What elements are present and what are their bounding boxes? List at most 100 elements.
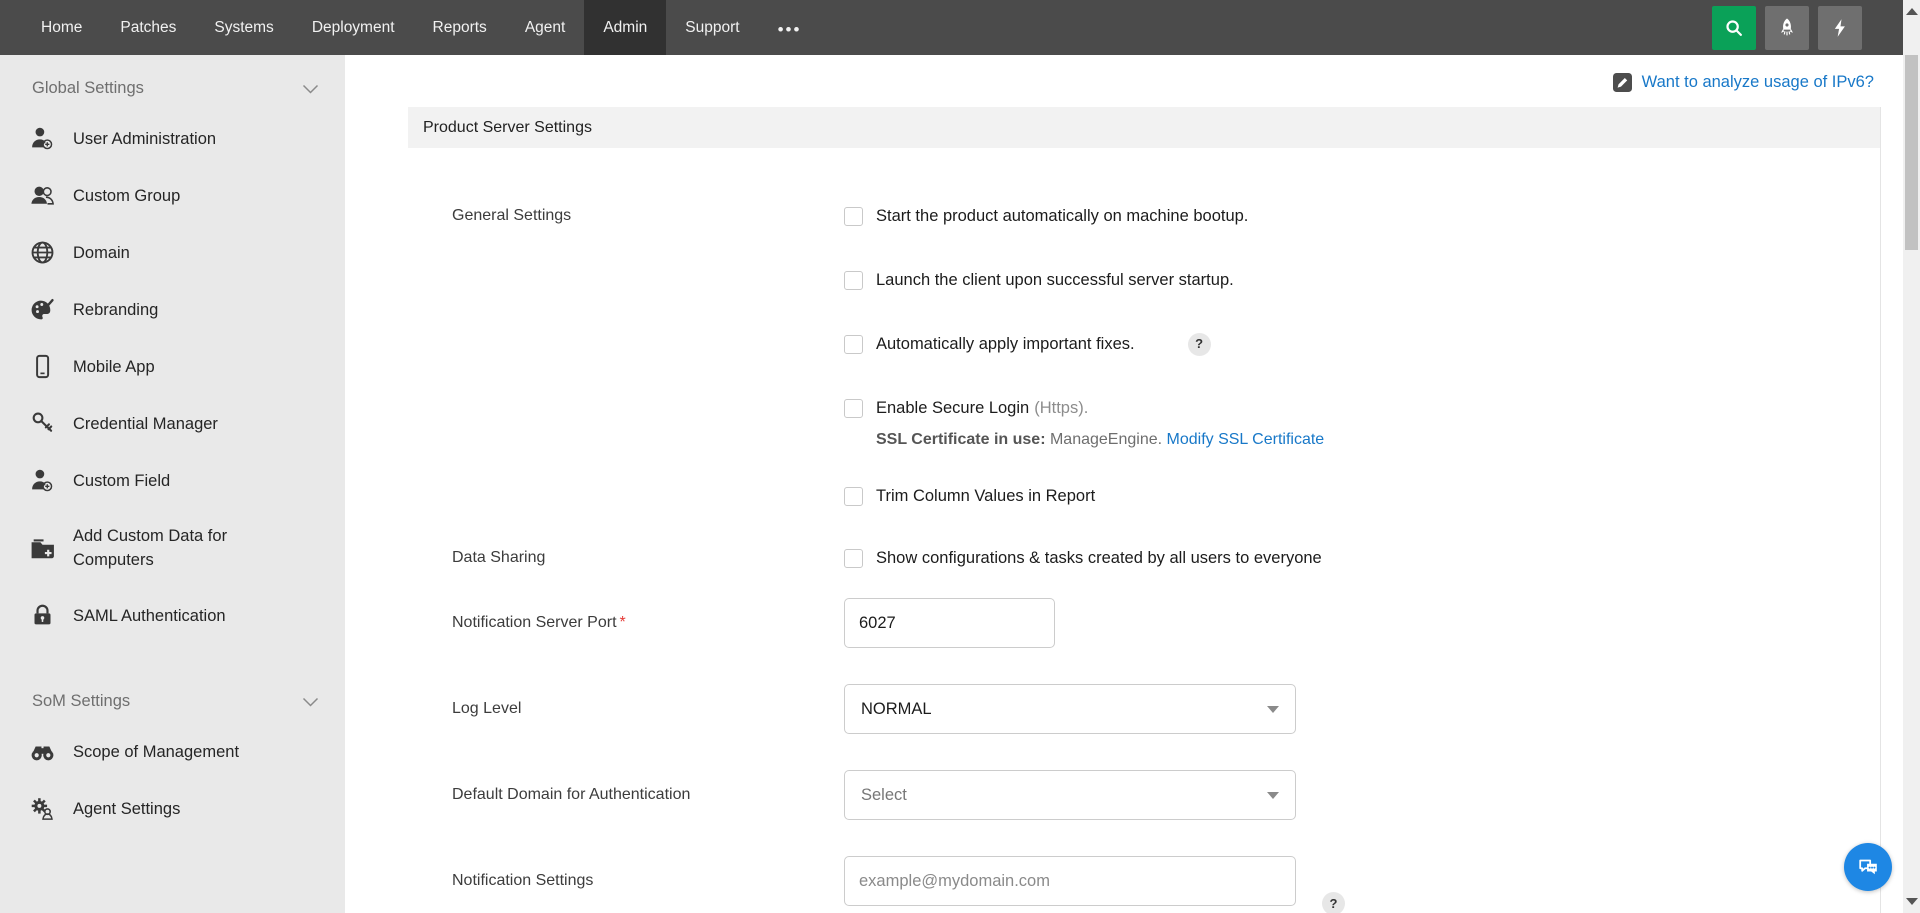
checkbox-row-auto-start: Start the product automatically on machi… bbox=[844, 204, 1324, 228]
section-som-settings[interactable]: SoM Settings bbox=[0, 680, 345, 723]
live-chat-button[interactable] bbox=[1844, 843, 1892, 891]
nav-item-reports[interactable]: Reports bbox=[414, 0, 506, 55]
lightning-icon bbox=[1830, 17, 1850, 39]
chevron-down-icon bbox=[302, 84, 319, 94]
notification-port-label: Notification Server Port* bbox=[452, 611, 844, 635]
selected-value: NORMAL bbox=[861, 700, 932, 719]
sidebar-item-add-custom-data[interactable]: Add Custom Data for Computers bbox=[0, 509, 345, 587]
modify-ssl-certificate-link[interactable]: Modify SSL Certificate bbox=[1167, 431, 1325, 448]
checkbox-label: Show configurations & tasks created by a… bbox=[876, 546, 1322, 570]
scroll-up-arrow-icon[interactable] bbox=[1906, 8, 1918, 15]
ipv6-analyze-link[interactable]: Want to analyze usage of IPv6? bbox=[1642, 73, 1874, 92]
general-settings-label: General Settings bbox=[452, 204, 844, 228]
checkbox-label: Trim Column Values in Report bbox=[876, 484, 1095, 508]
nav-item-agent[interactable]: Agent bbox=[506, 0, 585, 55]
notification-settings-label: Notification Settings bbox=[452, 869, 844, 893]
scroll-down-arrow-icon[interactable] bbox=[1906, 898, 1918, 905]
nav-item-support[interactable]: Support bbox=[666, 0, 758, 55]
sidebar-item-user-administration[interactable]: User Administration bbox=[0, 110, 345, 167]
notification-help-icon[interactable]: ? bbox=[1322, 892, 1345, 913]
search-button[interactable] bbox=[1712, 6, 1756, 50]
quick-actions-button[interactable] bbox=[1818, 6, 1862, 50]
notification-settings-row: Notification Settings ? bbox=[452, 856, 1880, 906]
custom-group-icon bbox=[28, 182, 56, 209]
scrollbar-thumb[interactable] bbox=[1905, 55, 1918, 250]
auto-start-checkbox[interactable] bbox=[844, 207, 863, 226]
rocket-icon bbox=[1776, 17, 1798, 39]
important-fixes-checkbox[interactable] bbox=[844, 335, 863, 354]
getting-started-button[interactable] bbox=[1765, 6, 1809, 50]
default-domain-select[interactable]: Select bbox=[844, 770, 1296, 820]
sidebar-item-label: Add Custom Data for Computers bbox=[73, 524, 308, 572]
checkbox-label: Start the product automatically on machi… bbox=[876, 204, 1248, 228]
sidebar-item-label: Mobile App bbox=[73, 355, 155, 379]
notification-port-input[interactable] bbox=[844, 598, 1055, 648]
checkbox-row-data-sharing: Show configurations & tasks created by a… bbox=[844, 546, 1322, 570]
checkbox-label: Automatically apply important fixes. bbox=[876, 332, 1135, 356]
sidebar-item-agent-settings[interactable]: Agent Settings bbox=[0, 780, 345, 837]
product-server-settings-panel: Product Server Settings General Settings… bbox=[408, 107, 1881, 913]
default-domain-label: Default Domain for Authentication bbox=[452, 783, 844, 807]
sidebar-item-label: Agent Settings bbox=[73, 797, 180, 821]
ssl-certificate-line: SSL Certificate in use: ManageEngine. Mo… bbox=[876, 431, 1324, 449]
notification-port-row: Notification Server Port* bbox=[452, 598, 1880, 648]
checkbox-row-secure-login: Enable Secure Login(Https). bbox=[844, 396, 1324, 420]
sidebar-item-credential-manager[interactable]: Credential Manager bbox=[0, 395, 345, 452]
trim-columns-checkbox[interactable] bbox=[844, 487, 863, 506]
rebranding-icon bbox=[28, 296, 56, 323]
search-icon bbox=[1723, 17, 1745, 39]
nav-item-home[interactable]: Home bbox=[22, 0, 101, 55]
main-content: Want to analyze usage of IPv6? Product S… bbox=[345, 55, 1920, 913]
required-asterisk: * bbox=[620, 614, 626, 631]
nav-item-deployment[interactable]: Deployment bbox=[293, 0, 414, 55]
nav-actions bbox=[1712, 0, 1880, 55]
sidebar-item-scope-of-management[interactable]: Scope of Management bbox=[0, 723, 345, 780]
data-sharing-checkbox[interactable] bbox=[844, 549, 863, 568]
sidebar-item-domain[interactable]: Domain bbox=[0, 224, 345, 281]
notification-input-wrap: ? bbox=[844, 856, 1296, 906]
secure-login-checkbox[interactable] bbox=[844, 399, 863, 418]
general-settings-checkbox-group: Start the product automatically on machi… bbox=[844, 204, 1324, 508]
sidebar-item-custom-group[interactable]: Custom Group bbox=[0, 167, 345, 224]
ipv6-link-row: Want to analyze usage of IPv6? bbox=[345, 55, 1920, 101]
sidebar-item-saml-authentication[interactable]: SAML Authentication bbox=[0, 587, 345, 644]
sidebar-item-label: SAML Authentication bbox=[73, 604, 226, 628]
vertical-scrollbar[interactable] bbox=[1903, 0, 1920, 913]
settings-sidebar: Global Settings User Administration bbox=[0, 55, 345, 913]
nav-more-menu[interactable]: ••• bbox=[759, 0, 821, 55]
edit-pencil-icon bbox=[1612, 72, 1633, 93]
select-placeholder: Select bbox=[861, 786, 907, 805]
top-nav: Home Patches Systems Deployment Reports … bbox=[0, 0, 1920, 55]
agent-settings-icon bbox=[28, 795, 56, 822]
data-sharing-label: Data Sharing bbox=[452, 546, 844, 570]
sidebar-item-rebranding[interactable]: Rebranding bbox=[0, 281, 345, 338]
ssl-cert-value: ManageEngine. bbox=[1046, 431, 1167, 448]
https-suffix: (Https). bbox=[1034, 399, 1088, 417]
launch-client-checkbox[interactable] bbox=[844, 271, 863, 290]
log-level-row: Log Level NORMAL bbox=[452, 684, 1880, 734]
mobile-app-icon bbox=[28, 353, 56, 380]
data-sharing-row: Data Sharing Show configurations & tasks… bbox=[452, 546, 1880, 570]
sidebar-item-mobile-app[interactable]: Mobile App bbox=[0, 338, 345, 395]
scope-of-management-icon bbox=[28, 738, 56, 765]
page-body: Global Settings User Administration bbox=[0, 55, 1920, 913]
sidebar-item-custom-field[interactable]: Custom Field bbox=[0, 452, 345, 509]
add-custom-data-icon bbox=[28, 535, 56, 562]
chevron-down-icon bbox=[302, 697, 319, 707]
nav-item-admin[interactable]: Admin bbox=[584, 0, 666, 55]
panel-title: Product Server Settings bbox=[408, 107, 1880, 148]
dropdown-arrow-icon bbox=[1267, 792, 1279, 799]
dropdown-arrow-icon bbox=[1267, 706, 1279, 713]
section-global-settings[interactable]: Global Settings bbox=[0, 67, 345, 110]
nav-item-systems[interactable]: Systems bbox=[195, 0, 292, 55]
important-fixes-help-icon[interactable]: ? bbox=[1188, 333, 1211, 356]
user-administration-icon bbox=[28, 125, 56, 152]
sidebar-item-label: Credential Manager bbox=[73, 412, 218, 436]
nav-item-patches[interactable]: Patches bbox=[101, 0, 195, 55]
section-label: Global Settings bbox=[32, 79, 144, 98]
domain-icon bbox=[28, 239, 56, 266]
checkbox-row-important-fixes: Automatically apply important fixes. ? bbox=[844, 332, 1324, 356]
notification-email-input[interactable] bbox=[844, 856, 1296, 906]
log-level-select[interactable]: NORMAL bbox=[844, 684, 1296, 734]
custom-field-icon bbox=[28, 467, 56, 494]
